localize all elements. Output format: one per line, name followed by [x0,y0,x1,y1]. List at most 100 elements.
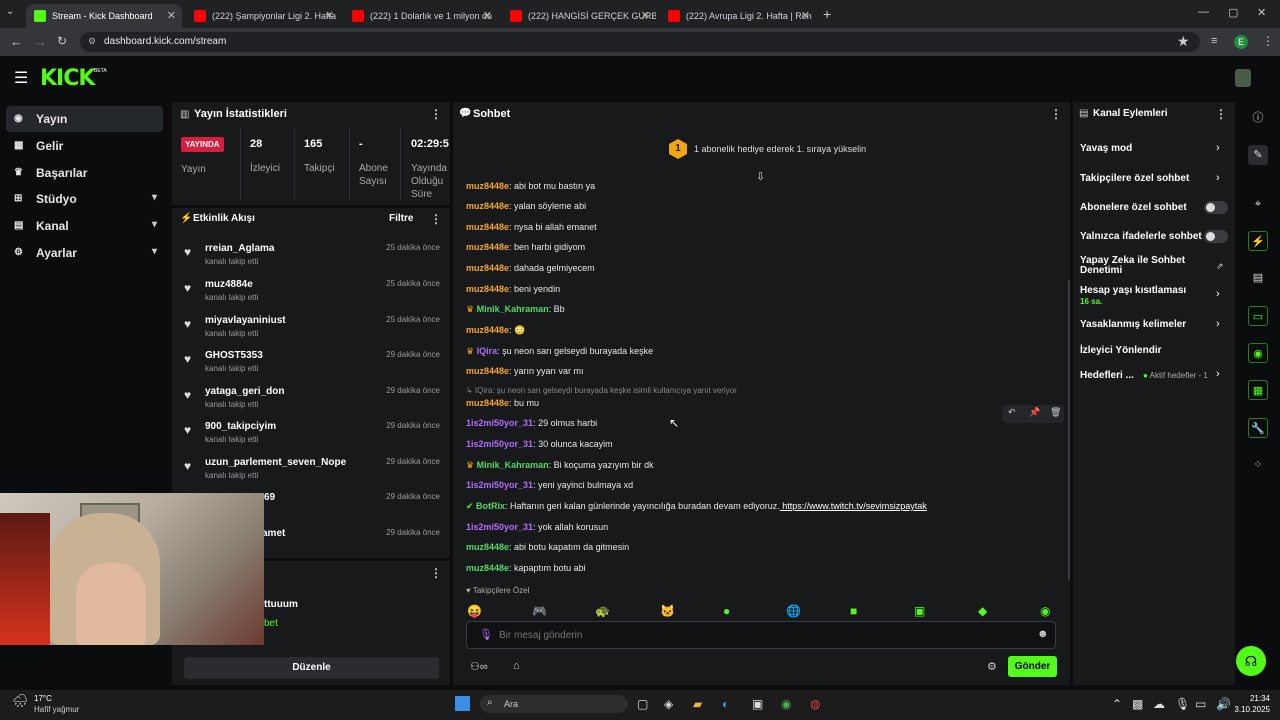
emote-9-icon[interactable]: ◆ [978,604,987,618]
layout-icon[interactable]: ▦ [1248,380,1268,400]
windows-start-icon[interactable] [455,696,470,711]
chat-message[interactable]: muz8448e: kapaptım botu abi [466,563,586,573]
close-tab-icon[interactable]: ✕ [641,9,650,22]
extensions-icon[interactable]: ⁘ [1248,455,1268,475]
chat-tools-icon[interactable]: ⚇∞ [470,660,488,673]
focus-icon[interactable]: ⌖ [1248,194,1268,214]
site-info-icon[interactable]: ⚙ [88,36,96,47]
emote-5-icon[interactable]: ● [723,604,730,618]
event-user[interactable]: GHOST5353 [205,350,263,361]
hamburger-menu-icon[interactable]: ☰ [14,68,28,88]
chat-message[interactable]: muz8448e: nysa bi allah emanet [466,222,597,232]
chat-input[interactable] [499,627,1019,643]
chat-scrollbar[interactable] [1068,280,1070,580]
external-link-icon[interactable]: ⇗ [1216,261,1224,272]
emote-6-icon[interactable]: 🌐 [786,604,801,618]
chat-message[interactable]: 1is2mi50yor_31: yeni yayinci bulmaya xd [466,480,633,490]
lightning-icon[interactable]: ⚡ [1248,231,1268,251]
chat-username[interactable]: muz8448e [466,222,509,232]
volume-icon[interactable]: 🔊 [1216,697,1231,711]
weather-temp[interactable]: 17°C [34,694,52,703]
event-user[interactable]: muz4884e [205,279,253,290]
chat-username[interactable]: muz8448e [466,366,509,376]
chevron-right-icon[interactable]: › [1216,368,1220,380]
chat-message[interactable]: muz8448e: dahada gelmiyecem [466,263,595,273]
tab-kick-dashboard[interactable]: Stream - Kick Dashboard ✕ [26,4,182,28]
copilot-icon[interactable]: ◈ [664,697,673,711]
chat-message[interactable]: muz8448e: ben harbi gidiyom [466,242,585,252]
store-icon[interactable]: ⌂ [513,660,520,672]
account-age-item[interactable]: Hesap yaşı kısıtlaması [1080,285,1186,296]
goals-item[interactable]: Hedefleri ... [1080,370,1134,381]
panel-menu-icon[interactable]: ⋮ [430,566,442,580]
chat-message[interactable]: 1is2mi50yor_31: yok allah korusun [466,522,608,532]
close-tab-icon[interactable]: ✕ [325,9,334,22]
reply-icon[interactable]: ↶ [1008,407,1016,418]
raid-item[interactable]: İzleyici Yönlendir [1080,345,1162,356]
new-tab-icon[interactable]: + [823,6,831,22]
emote-2-icon[interactable]: 🎮 [532,604,547,618]
chat-username[interactable]: 1is2mi50yor_31 [466,418,533,428]
tab-youtube-2[interactable]: (222) 1 Dolarlık ve 1 milyon do ✕ [344,4,498,28]
chevron-right-icon[interactable]: › [1216,288,1220,300]
chat-message[interactable]: 1is2mi50yor_31: 30 olunca kacayim [466,439,613,449]
event-user[interactable]: amet [262,528,285,539]
chevron-right-icon[interactable]: › [1216,142,1220,154]
sidebar-item-kanal[interactable]: ▤ Kanal ▾ [6,213,163,239]
send-button[interactable]: Gönder [1008,656,1057,677]
event-user[interactable]: miyavlayaniniust [205,315,286,326]
event-user[interactable]: uzun_parlement_seven_Nope [205,457,346,468]
emote-3-icon[interactable]: 🐢 [595,604,610,618]
user-avatar[interactable] [1235,69,1251,87]
tab-youtube-4[interactable]: (222) Avrupa Ligi 2. Hafta | Ron ✕ [660,4,816,28]
cloud-icon[interactable]: ☁ [1153,697,1165,711]
back-icon[interactable]: ← [10,34,23,49]
sidebar-item-basarilar[interactable]: ♛ Başarılar [6,160,163,186]
minimize-icon[interactable]: — [1198,6,1209,18]
close-tab-icon[interactable]: ✕ [167,9,176,22]
event-user[interactable]: 900_takipciyim [205,421,276,432]
chat-username[interactable]: muz8448e [466,325,509,335]
chat-message[interactable]: muz8448e: abi bot mu bastın ya [466,181,595,191]
document-icon[interactable]: ▤ [1248,268,1268,288]
emote-10-icon[interactable]: ◉ [1040,604,1050,618]
chat-message[interactable]: muz8448e: 😳 [466,325,525,336]
channel-actions-menu-icon[interactable]: ⋮ [1215,107,1227,121]
file-explorer-icon[interactable]: ▰ [693,697,702,711]
edge-icon[interactable]: ◐ [722,697,729,711]
tab-youtube-3[interactable]: (222) HANGİSİ GERÇEK GURBE ✕ [502,4,656,28]
support-headset-icon[interactable]: ☊ [1236,646,1266,676]
chat-username[interactable]: Minik_Kahraman [477,304,549,314]
chat-message[interactable]: ♛ Minik_Kahraman: Bb [466,304,565,315]
tray-chevron-icon[interactable]: ⌃ [1112,697,1122,711]
bookmark-star-icon[interactable]: ★ [1177,33,1190,50]
chat-username[interactable]: IQira [477,346,498,356]
sidebar-item-studyo[interactable]: ⊞ Stüdyo ▾ [6,186,163,212]
task-view-icon[interactable]: ▢ [637,697,648,711]
reload-icon[interactable]: ↻ [57,34,67,48]
chat-username[interactable]: 1is2mi50yor_31 [466,522,533,532]
pen-icon[interactable]: ✎ [1248,145,1268,165]
reading-list-icon[interactable]: ≡ [1211,35,1217,47]
chat-username[interactable]: BotRix [476,501,505,511]
store-app-icon[interactable]: ▣ [752,697,763,711]
chat-username[interactable]: muz8448e [466,542,509,552]
close-tab-icon[interactable]: ✕ [483,9,492,22]
delete-icon[interactable]: 🗑 [1050,407,1061,418]
tab-youtube-1[interactable]: (222) Şampiyonlar Ligi 2. Hafta ✕ [186,4,340,28]
microphone-icon[interactable]: 🎙 [479,628,493,641]
broadcast-icon[interactable]: ◉ [1248,343,1268,363]
chat-username[interactable]: muz8448e [466,201,509,211]
event-user[interactable]: yataga_geri_don [205,386,284,397]
banned-words-item[interactable]: Yasaklanmış kelimeler [1080,319,1186,330]
sidebar-item-yayin[interactable]: ◉ Yayın [6,106,163,132]
chat-username[interactable]: 1is2mi50yor_31 [466,480,533,490]
chat-message[interactable]: ♛ Minik_Kahraman: Bi koçuma yazıyım bir … [466,460,654,471]
chat-username[interactable]: muz8448e [466,563,509,573]
emote-4-icon[interactable]: 🐱 [660,604,675,618]
kick-logo[interactable]: KICK [40,66,95,91]
profile-avatar[interactable]: E [1234,35,1248,49]
chevron-right-icon[interactable]: › [1216,318,1220,330]
chat-username[interactable]: muz8448e [466,181,509,191]
chat-username[interactable]: 1is2mi50yor_31 [466,439,533,449]
